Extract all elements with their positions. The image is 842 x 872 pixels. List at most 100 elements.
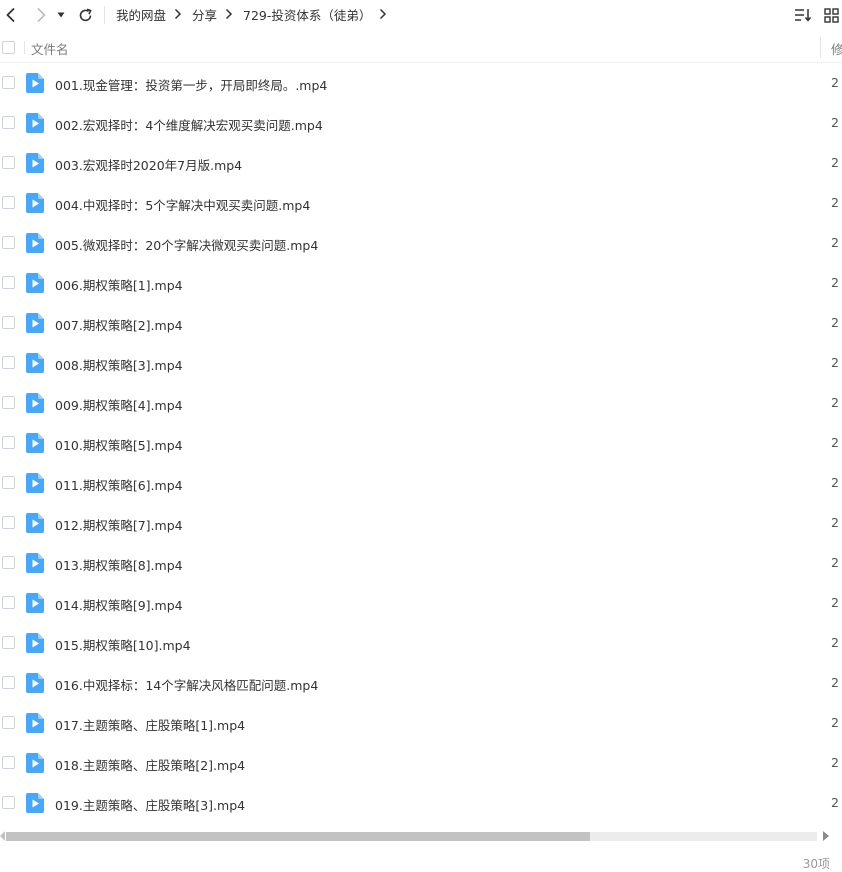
file-row[interactable]: 004.中观择时：5个字解决中观买卖问题.mp4 2: [0, 183, 842, 223]
file-name[interactable]: 018.主题策略、庄股策略[2].mp4: [55, 755, 245, 774]
file-row[interactable]: 009.期权策略[4].mp4 2: [0, 383, 842, 423]
file-modified: 2: [831, 315, 839, 330]
row-checkbox[interactable]: [2, 636, 15, 649]
breadcrumb-item-share[interactable]: 分享: [192, 5, 217, 24]
row-checkbox[interactable]: [2, 716, 15, 729]
file-modified: 2: [831, 235, 839, 250]
row-checkbox[interactable]: [2, 116, 15, 129]
file-row[interactable]: 013.期权策略[8].mp4 2: [0, 543, 842, 583]
file-name[interactable]: 007.期权策略[2].mp4: [55, 315, 183, 334]
file-row[interactable]: 016.中观择标：14个字解决风格匹配问题.mp4 2: [0, 663, 842, 703]
row-checkbox[interactable]: [2, 156, 15, 169]
file-modified: 2: [831, 475, 839, 490]
refresh-button[interactable]: [75, 4, 95, 26]
row-checkbox[interactable]: [2, 476, 15, 489]
file-name[interactable]: 001.现金管理：投资第一步，开局即终局。.mp4: [55, 75, 327, 94]
file-modified: 2: [831, 555, 839, 570]
column-resize-handle[interactable]: [820, 37, 821, 58]
toolbar-divider: [104, 6, 105, 24]
row-checkbox[interactable]: [2, 356, 15, 369]
file-name[interactable]: 017.主题策略、庄股策略[1].mp4: [55, 715, 245, 734]
row-checkbox[interactable]: [2, 796, 15, 809]
sort-list-icon: [795, 9, 812, 22]
sort-button[interactable]: [793, 5, 813, 25]
row-checkbox[interactable]: [2, 436, 15, 449]
file-row[interactable]: 002.宏观择时：4个维度解决宏观买卖问题.mp4 2: [0, 103, 842, 143]
file-row[interactable]: 015.期权策略[10].mp4 2: [0, 623, 842, 663]
row-checkbox[interactable]: [2, 236, 15, 249]
file-modified: 2: [831, 355, 839, 370]
row-checkbox[interactable]: [2, 516, 15, 529]
row-checkbox[interactable]: [2, 396, 15, 409]
row-checkbox[interactable]: [2, 756, 15, 769]
video-file-icon: [26, 553, 44, 573]
file-name[interactable]: 010.期权策略[5].mp4: [55, 435, 183, 454]
file-name[interactable]: 013.期权策略[8].mp4: [55, 555, 183, 574]
chevron-right-icon[interactable]: [379, 8, 389, 20]
breadcrumb-item-my-drive[interactable]: 我的网盘: [116, 5, 166, 24]
row-checkbox[interactable]: [2, 556, 15, 569]
file-name[interactable]: 019.主题策略、庄股策略[3].mp4: [55, 795, 245, 814]
horizontal-scrollbar[interactable]: [0, 829, 842, 843]
row-checkbox[interactable]: [2, 676, 15, 689]
file-row[interactable]: 005.微观择时：20个字解决微观买卖问题.mp4 2: [0, 223, 842, 263]
column-divider: [24, 41, 25, 54]
row-checkbox[interactable]: [2, 596, 15, 609]
row-checkbox[interactable]: [2, 76, 15, 89]
file-modified: 2: [831, 755, 839, 770]
chevron-right-icon: [174, 8, 184, 20]
video-file-icon: [26, 193, 44, 213]
select-all-checkbox[interactable]: [2, 41, 15, 54]
scroll-right-arrow-icon[interactable]: [822, 831, 830, 841]
file-name[interactable]: 015.期权策略[10].mp4: [55, 635, 191, 654]
file-row[interactable]: 003.宏观择时2020年7月版.mp4 2: [0, 143, 842, 183]
file-name[interactable]: 016.中观择标：14个字解决风格匹配问题.mp4: [55, 675, 318, 694]
file-modified: 2: [831, 715, 839, 730]
file-name[interactable]: 012.期权策略[7].mp4: [55, 515, 183, 534]
video-file-icon: [26, 673, 44, 693]
row-checkbox[interactable]: [2, 316, 15, 329]
item-count: 30项: [802, 857, 830, 871]
scrollbar-thumb[interactable]: [6, 832, 590, 841]
file-row[interactable]: 014.期权策略[9].mp4 2: [0, 583, 842, 623]
file-name[interactable]: 009.期权策略[4].mp4: [55, 395, 183, 414]
file-name[interactable]: 005.微观择时：20个字解决微观买卖问题.mp4: [55, 235, 318, 254]
file-row[interactable]: 017.主题策略、庄股策略[1].mp4 2: [0, 703, 842, 743]
file-row[interactable]: 018.主题策略、庄股策略[2].mp4 2: [0, 743, 842, 783]
file-row[interactable]: 010.期权策略[5].mp4 2: [0, 423, 842, 463]
breadcrumb-item-current-folder[interactable]: 729-投资体系（徒弟）: [243, 5, 371, 24]
chevron-left-icon: [6, 7, 15, 23]
caret-down-icon: [57, 12, 65, 18]
file-list: 001.现金管理：投资第一步，开局即终局。.mp4 2 002.宏观择时：4个维…: [0, 63, 842, 823]
video-file-icon: [26, 633, 44, 653]
refresh-icon: [79, 7, 92, 21]
grid-view-button[interactable]: [821, 5, 841, 25]
file-modified: 2: [831, 435, 839, 450]
video-file-icon: [26, 753, 44, 773]
row-checkbox[interactable]: [2, 276, 15, 289]
back-button[interactable]: [1, 4, 21, 26]
file-name[interactable]: 014.期权策略[9].mp4: [55, 595, 183, 614]
video-file-icon: [26, 713, 44, 733]
file-row[interactable]: 011.期权策略[6].mp4 2: [0, 463, 842, 503]
file-name[interactable]: 006.期权策略[1].mp4: [55, 275, 183, 294]
file-name[interactable]: 002.宏观择时：4个维度解决宏观买卖问题.mp4: [55, 115, 323, 134]
column-header-modified[interactable]: 修: [831, 39, 842, 58]
file-name[interactable]: 008.期权策略[3].mp4: [55, 355, 183, 374]
file-modified: 2: [831, 115, 839, 130]
file-row[interactable]: 001.现金管理：投资第一步，开局即终局。.mp4 2: [0, 63, 842, 103]
file-row[interactable]: 007.期权策略[2].mp4 2: [0, 303, 842, 343]
file-row[interactable]: 006.期权策略[1].mp4 2: [0, 263, 842, 303]
file-name[interactable]: 004.中观择时：5个字解决中观买卖问题.mp4: [55, 195, 310, 214]
row-checkbox[interactable]: [2, 196, 15, 209]
video-file-icon: [26, 313, 44, 333]
file-name[interactable]: 011.期权策略[6].mp4: [55, 475, 183, 494]
file-name[interactable]: 003.宏观择时2020年7月版.mp4: [55, 155, 242, 174]
file-row[interactable]: 008.期权策略[3].mp4 2: [0, 343, 842, 383]
column-header-name[interactable]: 文件名: [31, 39, 69, 58]
forward-button[interactable]: [31, 4, 51, 26]
video-file-icon: [26, 233, 44, 253]
history-dropdown-button[interactable]: [54, 4, 68, 26]
file-row[interactable]: 019.主题策略、庄股策略[3].mp4 2: [0, 783, 842, 823]
file-row[interactable]: 012.期权策略[7].mp4 2: [0, 503, 842, 543]
